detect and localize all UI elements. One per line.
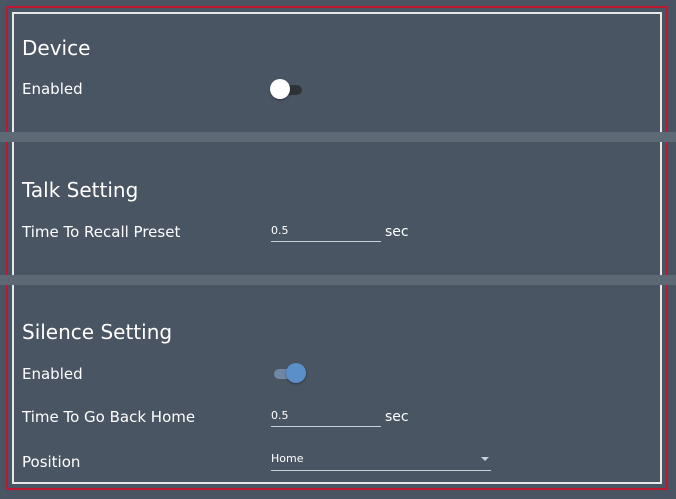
- chevron-down-icon: [481, 457, 489, 461]
- position-select-value: Home: [271, 452, 304, 465]
- position-label: Position: [22, 453, 81, 471]
- device-enabled-label: Enabled: [22, 80, 83, 98]
- device-section-title: Device: [22, 36, 91, 60]
- silence-setting-section-title: Silence Setting: [22, 320, 173, 344]
- go-back-home-input[interactable]: [271, 407, 381, 427]
- recall-preset-unit: sec: [385, 224, 409, 240]
- toggle-knob: [270, 79, 290, 99]
- device-enabled-toggle[interactable]: [270, 79, 306, 99]
- silence-enabled-toggle[interactable]: [270, 363, 306, 383]
- section-divider: [0, 275, 676, 285]
- toggle-knob: [286, 363, 306, 383]
- recall-preset-input[interactable]: [271, 222, 381, 242]
- position-select[interactable]: Home: [271, 451, 491, 471]
- go-back-home-label: Time To Go Back Home: [22, 408, 196, 426]
- talk-setting-section-title: Talk Setting: [22, 178, 139, 202]
- recall-preset-label: Time To Recall Preset: [22, 223, 181, 241]
- silence-enabled-label: Enabled: [22, 365, 83, 383]
- section-divider: [0, 132, 676, 142]
- go-back-home-unit: sec: [385, 409, 409, 425]
